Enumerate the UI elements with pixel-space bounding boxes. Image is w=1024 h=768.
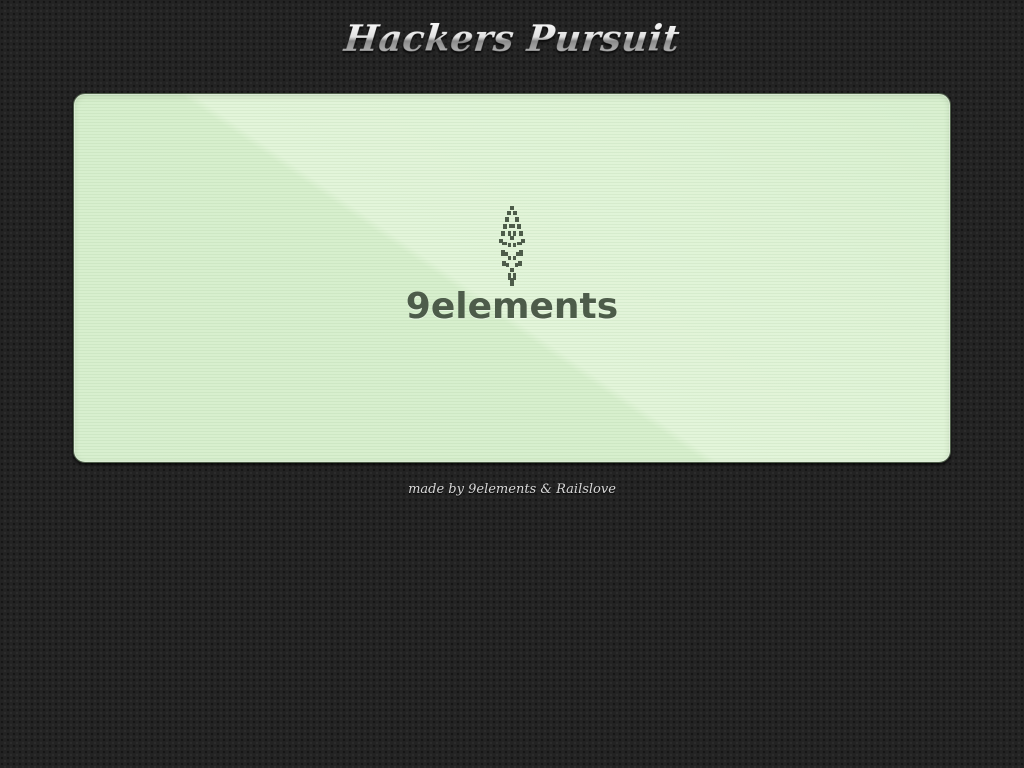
rocket-icon xyxy=(499,206,525,286)
footer-prefix: made by xyxy=(408,482,464,497)
footer-separator: & xyxy=(540,482,552,497)
footer-link-railslove[interactable]: Railslove xyxy=(556,482,616,497)
site-title: Hackers Pursuit xyxy=(0,18,1024,60)
footer-link-9elements[interactable]: 9elements xyxy=(468,482,536,497)
footer-credits: made by 9elements & Railslove xyxy=(0,482,1024,497)
sponsor-logo: 9elements xyxy=(74,206,950,327)
game-screen[interactable]: 9elements xyxy=(73,93,951,463)
sponsor-logo-text: 9elements xyxy=(405,286,619,327)
